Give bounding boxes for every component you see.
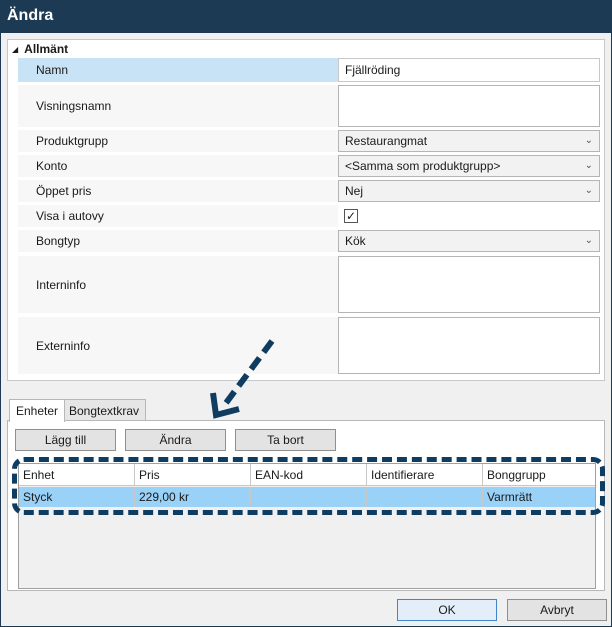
section-header[interactable]: ◢ Allmänt: [12, 42, 68, 58]
property-value: Nej ⌄: [338, 180, 600, 202]
property-row-bongtyp[interactable]: Bongtyp Kök ⌄: [18, 230, 606, 252]
internal-info-input[interactable]: [338, 256, 600, 313]
property-row-oppet-pris[interactable]: Öppet pris Nej ⌄: [18, 180, 606, 202]
edit-unit-button[interactable]: Ändra: [125, 429, 226, 451]
autoview-checkbox[interactable]: ✓: [344, 209, 358, 223]
display-name-input[interactable]: [338, 85, 600, 127]
account-select[interactable]: <Samma som produktgrupp> ⌄: [338, 155, 600, 177]
property-row-externinfo[interactable]: Externinfo: [18, 317, 606, 374]
cancel-button[interactable]: Avbryt: [507, 599, 607, 621]
column-header-bonggrupp[interactable]: Bonggrupp: [483, 464, 595, 485]
chevron-down-icon[interactable]: ⌄: [585, 135, 593, 146]
property-label: Produktgrupp: [18, 130, 338, 152]
cell-bonggrupp: Varmrätt: [487, 490, 533, 504]
chevron-down-icon[interactable]: ⌄: [585, 160, 593, 171]
combo-value: Nej: [345, 184, 364, 198]
property-label: Interninfo: [18, 256, 338, 313]
ok-button[interactable]: OK: [397, 599, 497, 621]
property-value: ✓: [338, 205, 600, 227]
chevron-down-icon[interactable]: ⌄: [585, 185, 593, 196]
collapse-triangle-icon[interactable]: ◢: [12, 45, 18, 54]
property-value: [338, 317, 600, 374]
tab-enheter[interactable]: Enheter: [9, 399, 66, 422]
grid-header: Enhet Pris EAN-kod Identifierare Bonggru…: [19, 464, 595, 486]
property-row-produktgrupp[interactable]: Produktgrupp Restaurangmat ⌄: [18, 130, 606, 152]
delete-unit-button[interactable]: Ta bort: [235, 429, 336, 451]
cell-ean-kod: [251, 487, 367, 507]
tab-container: Enheter Bongtextkrav Lägg till Ändra Ta …: [7, 399, 605, 591]
property-value: [338, 85, 600, 127]
external-info-input[interactable]: [338, 317, 600, 374]
tab-bongtextkrav[interactable]: Bongtextkrav: [62, 399, 147, 421]
column-header-pris[interactable]: Pris: [135, 464, 251, 485]
ticket-type-select[interactable]: Kök ⌄: [338, 230, 600, 252]
product-group-select[interactable]: Restaurangmat ⌄: [338, 130, 600, 152]
table-row[interactable]: Styck 229,00 kr Varmrätt: [19, 487, 595, 507]
property-value: Fjällröding: [338, 58, 600, 82]
section-title: Allmänt: [24, 42, 69, 56]
property-label: Externinfo: [18, 317, 338, 374]
chevron-down-icon[interactable]: ⌄: [585, 235, 593, 246]
property-label: Visningsnamn: [18, 85, 338, 127]
property-value: <Samma som produktgrupp> ⌄: [338, 155, 600, 177]
property-row-visningsnamn[interactable]: Visningsnamn: [18, 85, 606, 127]
units-grid[interactable]: Enhet Pris EAN-kod Identifierare Bonggru…: [18, 463, 596, 589]
column-header-enhet[interactable]: Enhet: [19, 464, 135, 485]
property-value: [338, 256, 600, 313]
property-label: Konto: [18, 155, 338, 177]
open-price-select[interactable]: Nej ⌄: [338, 180, 600, 202]
cell-enhet: Styck: [19, 487, 135, 507]
property-row-konto[interactable]: Konto <Samma som produktgrupp> ⌄: [18, 155, 606, 177]
cell-pris: 229,00 kr: [135, 487, 251, 507]
edit-dialog: Ändra ◢ Allmänt Namn Fjällröding Visnings…: [0, 0, 612, 627]
property-row-visa-i-autovy[interactable]: Visa i autovy ✓: [18, 205, 606, 227]
add-unit-button[interactable]: Lägg till: [15, 429, 116, 451]
property-row-namn[interactable]: Namn Fjällröding: [18, 58, 606, 82]
column-header-ean-kod[interactable]: EAN-kod: [251, 464, 367, 485]
combo-value: <Samma som produktgrupp>: [345, 159, 501, 173]
window-title: Ändra: [7, 7, 54, 24]
property-label: Öppet pris: [18, 180, 338, 202]
combo-value: Kök: [345, 234, 366, 248]
tab-panel-enheter: Lägg till Ändra Ta bort Enhet Pris EAN-k…: [7, 420, 605, 591]
property-value: Restaurangmat ⌄: [338, 130, 600, 152]
cell-identifierare: [367, 487, 483, 507]
property-label: Bongtyp: [18, 230, 338, 252]
column-header-identifierare[interactable]: Identifierare: [367, 464, 483, 485]
combo-value: Restaurangmat: [345, 134, 428, 148]
property-value: Kök ⌄: [338, 230, 600, 252]
property-label: Namn: [18, 58, 338, 82]
property-label: Visa i autovy: [18, 205, 338, 227]
name-input[interactable]: Fjällröding: [338, 58, 600, 82]
property-grid: ◢ Allmänt Namn Fjällröding Visningsnamn P…: [7, 39, 605, 381]
title-bar: Ändra: [1, 1, 611, 33]
property-row-interninfo[interactable]: Interninfo: [18, 256, 606, 313]
